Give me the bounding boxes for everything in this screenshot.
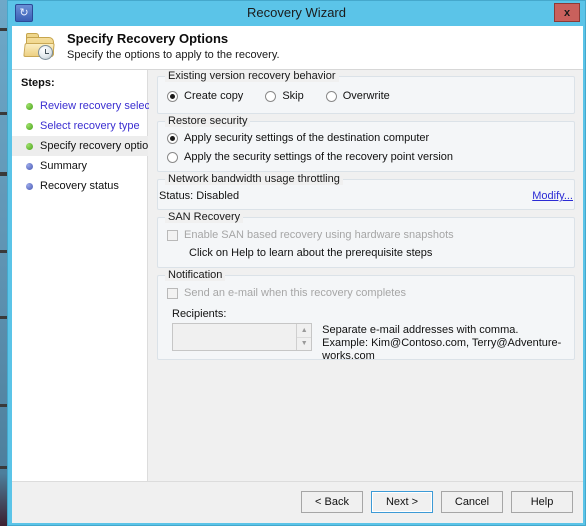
help-button[interactable]: Help <box>511 491 573 513</box>
wizard-window-root: ↻ Recovery Wizard x Specify Recovery Opt… <box>0 0 586 526</box>
radio-label: Skip <box>282 90 304 102</box>
chevron-down-icon[interactable]: ▼ <box>297 338 311 351</box>
window-title: Recovery Wizard <box>247 5 346 20</box>
step-bullet-icon <box>26 162 33 170</box>
checkbox-enable-san-recovery[interactable]: Enable SAN based recovery using hardware… <box>167 229 565 241</box>
chevron-up-icon[interactable]: ▲ <box>297 324 312 338</box>
group-restore-security: Restore security Apply security settings… <box>157 115 575 172</box>
group-legend: Existing version recovery behavior <box>165 70 339 82</box>
options-content-pane: Existing version recovery behavior Creat… <box>149 70 583 481</box>
sidebar-item-summary[interactable]: Summary <box>12 156 148 176</box>
throttling-status-text: Status: Disabled <box>159 190 240 202</box>
cancel-button[interactable]: Cancel <box>441 491 503 513</box>
body-area: Steps: Review recovery selection Select … <box>12 70 583 481</box>
sidebar-item-review-recovery-selection[interactable]: Review recovery selection <box>12 96 168 116</box>
steps-sidebar: Steps: Review recovery selection Select … <box>12 70 168 481</box>
sidebar-item-label: Recovery status <box>40 180 119 192</box>
recipients-label: Recipients: <box>172 308 227 320</box>
group-legend: Restore security <box>165 115 251 127</box>
wizard-footer: < Back Next > Cancel Help <box>12 481 583 523</box>
recipients-hint-line2: Example: Kim@Contoso.com, Terry@Adventur… <box>322 337 562 362</box>
radio-label: Overwrite <box>342 90 390 102</box>
sidebar-item-select-recovery-type[interactable]: Select recovery type <box>12 116 148 136</box>
radio-icon <box>325 90 337 102</box>
radio-apply-destination-security[interactable]: Apply security settings of the destinati… <box>167 132 565 144</box>
modify-throttling-link[interactable]: Modify... <box>532 190 573 202</box>
sidebar-item-label: Summary <box>40 160 88 172</box>
recipients-hint: Separate e-mail addresses with comma. Ex… <box>322 323 565 363</box>
recipients-hint-line1: Separate e-mail addresses with comma. <box>322 324 519 336</box>
checkbox-send-email[interactable]: Send an e-mail when this recovery comple… <box>167 287 565 299</box>
radio-icon <box>167 151 178 163</box>
step-bullet-icon <box>26 182 33 190</box>
folder-clock-icon <box>23 32 58 64</box>
sidebar-item-label: Select recovery type <box>40 120 140 132</box>
radio-create-copy[interactable]: Create copy <box>167 90 243 102</box>
page-title: Specify Recovery Options <box>67 31 229 46</box>
next-button[interactable]: Next > <box>371 491 433 513</box>
step-bullet-icon <box>26 122 33 130</box>
group-legend: Network bandwidth usage throttling <box>165 173 343 185</box>
group-notification: Notification Send an e-mail when this re… <box>157 269 575 363</box>
radio-icon <box>167 90 178 102</box>
checkbox-label: Enable SAN based recovery using hardware… <box>184 229 454 241</box>
page-header: Specify Recovery Options Specify the opt… <box>12 26 583 70</box>
group-san-recovery: SAN Recovery Enable SAN based recovery u… <box>157 211 575 268</box>
recipients-input[interactable]: ▲ ▼ <box>172 323 313 351</box>
checkbox-icon <box>167 229 178 241</box>
sidebar-item-specify-recovery-options[interactable]: Specify recovery options <box>12 136 160 156</box>
desktop-background-strip <box>0 0 7 526</box>
footer-button-row: < Back Next > Cancel Help <box>301 491 573 513</box>
step-bullet-icon <box>26 142 33 150</box>
group-existing-version-recovery-behavior: Existing version recovery behavior Creat… <box>157 70 575 114</box>
page-subtitle: Specify the options to apply to the reco… <box>67 49 280 61</box>
radio-icon <box>167 132 178 144</box>
radio-label: Apply security settings of the destinati… <box>184 132 430 144</box>
radio-overwrite[interactable]: Overwrite <box>325 90 390 102</box>
group-legend: Notification <box>165 269 226 281</box>
recovery-wizard-window: ↻ Recovery Wizard x Specify Recovery Opt… <box>7 0 586 526</box>
steps-heading: Steps: <box>21 77 55 89</box>
radio-skip[interactable]: Skip <box>265 90 304 102</box>
sidebar-item-label: Specify recovery options <box>40 140 160 152</box>
radio-icon <box>265 90 277 102</box>
checkbox-label: Send an e-mail when this recovery comple… <box>184 287 406 299</box>
back-button[interactable]: < Back <box>301 491 363 513</box>
recipients-scroll-spinner[interactable]: ▲ ▼ <box>296 324 312 351</box>
step-bullet-icon <box>26 102 33 110</box>
checkbox-icon <box>167 287 178 299</box>
close-icon[interactable]: x <box>554 3 580 22</box>
group-legend: SAN Recovery <box>165 211 244 223</box>
group-network-bandwidth-throttling: Network bandwidth usage throttling Statu… <box>157 173 575 210</box>
radio-apply-recovery-point-security[interactable]: Apply the security settings of the recov… <box>167 151 565 163</box>
radio-label: Apply the security settings of the recov… <box>184 151 454 163</box>
sidebar-item-recovery-status[interactable]: Recovery status <box>12 176 148 196</box>
radio-label: Create copy <box>184 90 244 102</box>
san-recovery-note: Click on Help to learn about the prerequ… <box>189 247 433 259</box>
steps-list: Review recovery selection Select recover… <box>12 96 168 196</box>
title-bar: ↻ Recovery Wizard x <box>8 1 585 26</box>
